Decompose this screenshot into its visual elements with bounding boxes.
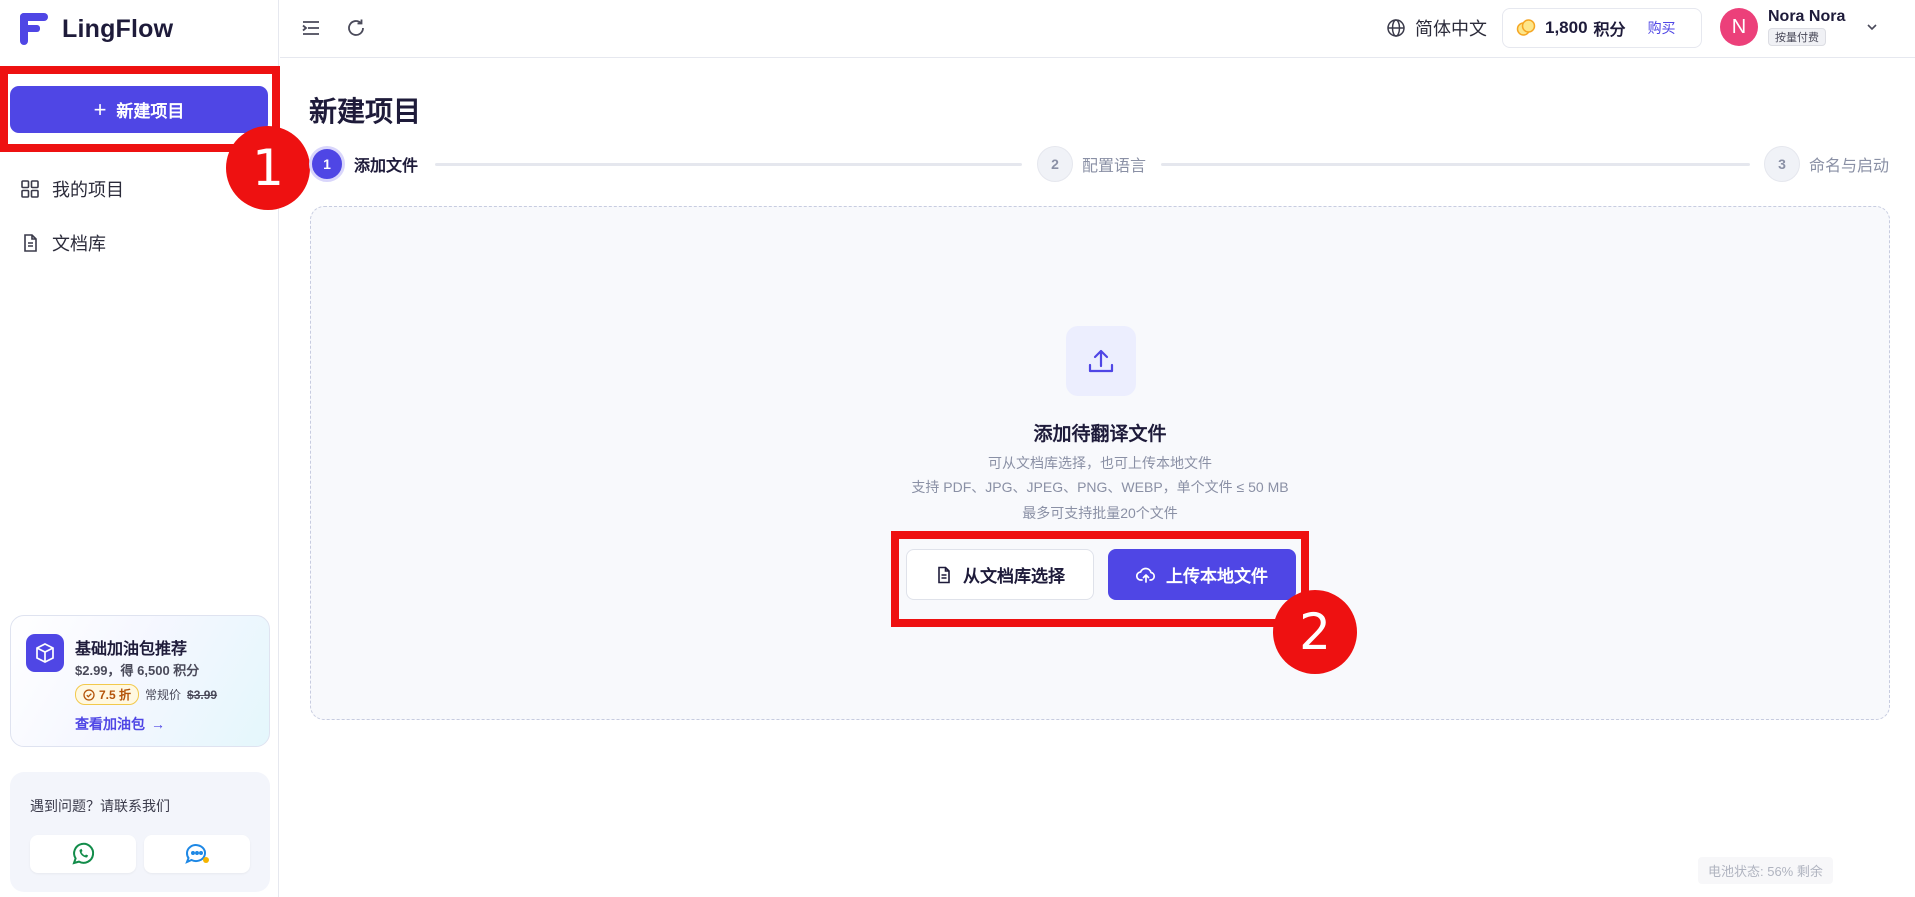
support-card: 遇到问题？请联系我们 (10, 772, 270, 892)
new-project-button[interactable]: + 新建项目 (10, 86, 268, 133)
step-name-and-launch: 3 命名与启动 (1764, 146, 1889, 182)
upload-local-file-button[interactable]: 上传本地文件 (1108, 549, 1296, 600)
lingflow-logo-icon (20, 13, 48, 45)
language-selector[interactable]: 简体中文 (1386, 15, 1487, 41)
menu-collapse-icon[interactable] (300, 17, 322, 39)
step-label: 命名与启动 (1809, 158, 1890, 175)
language-label: 简体中文 (1415, 19, 1487, 39)
upload-icon (1066, 326, 1136, 396)
sidebar-item-label: 我的项目 (52, 180, 124, 200)
dropzone-hint-formats: 支持 PDF、JPG、JPEG、PNG、WEBP，单个文件 ≤ 50 MB (911, 479, 1289, 495)
annotation-badge-2: 2 (1273, 590, 1357, 674)
badge-check-icon (83, 688, 95, 701)
coin-icon (1516, 19, 1536, 36)
dropzone-title: 添加待翻译文件 (1033, 424, 1167, 445)
credits-unit: 积分 (1593, 22, 1626, 39)
document-icon (24, 234, 37, 252)
cloud-upload-icon (1136, 567, 1155, 583)
promo-title: 基础加油包推荐 (75, 641, 188, 658)
refresh-icon[interactable] (345, 17, 367, 39)
select-from-library-label: 从文档库选择 (963, 567, 1065, 586)
new-project-label: 新建项目 (116, 102, 185, 121)
credits-value: 1,800 (1545, 18, 1588, 37)
step-number: 2 (1037, 146, 1073, 182)
regular-price-label: 常规价 (145, 688, 182, 702)
top-bar: 简体中文 1,800 积分 购买 N Nora Nora 按量付费 (280, 0, 1915, 58)
step-connector (435, 163, 1022, 166)
chat-support-button[interactable] (144, 835, 250, 873)
regular-price: $3.99 (187, 687, 218, 702)
step-connector (1161, 163, 1750, 166)
chevron-down-icon (1867, 24, 1877, 31)
annotation-badge-1: 1 (226, 126, 310, 210)
globe-icon (1387, 19, 1405, 37)
arrow-right-icon: → (151, 716, 165, 732)
document-icon (938, 566, 950, 583)
promo-card: 基础加油包推荐 $2.99，得 6,500 积分 7.5 折 常规价 $3.99… (10, 615, 270, 747)
promo-price: $2.99，得 6,500 积分 (75, 663, 200, 678)
file-dropzone[interactable]: 添加待翻译文件 可从文档库选择，也可上传本地文件 支持 PDF、JPG、JPEG… (310, 206, 1890, 720)
upload-local-file-label: 上传本地文件 (1166, 567, 1268, 586)
user-info: Nora Nora 按量付费 (1768, 8, 1845, 46)
plus-icon: + (93, 96, 107, 122)
sidebar: LingFlow + 新建项目 我的项目 文档库 基础加油包推荐 $2.99，得… (0, 0, 279, 897)
chat-bubble-icon (185, 844, 209, 864)
whatsapp-button[interactable] (30, 835, 136, 873)
battery-status: 电池状态: 56% 剩余 (1698, 857, 1833, 884)
user-plan-badge: 按量付费 (1768, 28, 1826, 46)
step-label: 配置语言 (1082, 158, 1147, 175)
whatsapp-icon (72, 842, 95, 865)
buy-credits-link[interactable]: 购买 (1648, 18, 1676, 38)
sidebar-item-label: 文档库 (52, 234, 106, 254)
grid-icon (21, 180, 39, 198)
page-title: 新建项目 (309, 96, 422, 127)
user-menu[interactable]: N Nora Nora 按量付费 (1720, 8, 1879, 46)
discount-text: 7.5 折 (99, 688, 132, 702)
dropzone-hint-batch: 最多可支持批量20个文件 (1022, 505, 1178, 521)
app-logo[interactable]: LingFlow (20, 11, 173, 47)
step-add-files: 1 添加文件 (309, 146, 418, 182)
step-configure-language: 2 配置语言 (1037, 146, 1146, 182)
support-text: 遇到问题？请联系我们 (30, 798, 170, 814)
step-number: 1 (309, 146, 345, 182)
app-name: LingFlow (62, 14, 174, 43)
discount-badge: 7.5 折 (75, 684, 140, 705)
step-number: 3 (1764, 146, 1800, 182)
view-packages-link[interactable]: 查看加油包 → (75, 714, 165, 734)
package-icon (26, 634, 64, 672)
promo-discount-row: 7.5 折 常规价 $3.99 (75, 684, 217, 705)
avatar: N (1720, 8, 1758, 46)
user-name: Nora Nora (1768, 8, 1846, 25)
credits-box: 1,800 积分 购买 (1502, 8, 1702, 48)
sidebar-item-my-projects[interactable]: 我的项目 (20, 176, 124, 202)
stepper: 1 添加文件 2 配置语言 3 命名与启动 (309, 146, 1891, 182)
select-from-library-button[interactable]: 从文档库选择 (906, 549, 1094, 600)
dropzone-hint-source: 可从文档库选择，也可上传本地文件 (988, 455, 1212, 471)
view-packages-label: 查看加油包 (75, 716, 145, 732)
sidebar-item-document-library[interactable]: 文档库 (20, 230, 106, 256)
step-label: 添加文件 (354, 158, 419, 175)
